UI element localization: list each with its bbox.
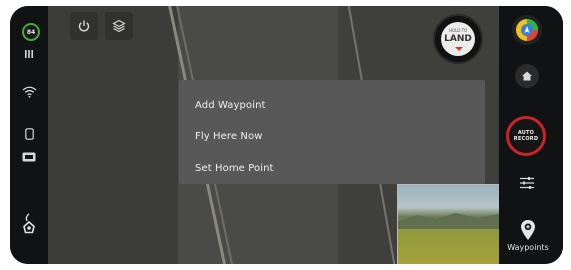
drone-app-window: Add Waypoint Fly Here Now Set Home Point… [10, 6, 563, 264]
return-home-button[interactable] [515, 64, 539, 88]
compass-icon [516, 19, 538, 41]
signal-bars-icon [23, 48, 35, 60]
home-icon [522, 71, 532, 81]
fly-here-now-menu-item[interactable]: Fly Here Now [195, 131, 263, 142]
land-hold-text: HOLD TO [448, 28, 468, 33]
land-arrow-icon [455, 47, 463, 51]
map-field [48, 6, 178, 264]
battery-ring-icon: 84 [22, 23, 40, 41]
left-status-rail: 84 [10, 6, 48, 264]
layers-icon [112, 19, 126, 33]
compass-button[interactable] [512, 15, 542, 45]
phone-icon[interactable] [23, 127, 35, 140]
battery-percent: 84 [26, 28, 36, 36]
map-layers-button[interactable] [105, 12, 133, 40]
waypoints-label: Waypoints [507, 243, 549, 252]
land-label: LAND [444, 34, 472, 44]
land-button-face: HOLD TO LAND [441, 22, 475, 56]
camera-preview-thumbnail[interactable] [397, 184, 499, 264]
add-waypoint-menu-item[interactable]: Add Waypoint [195, 100, 266, 111]
hold-to-land-button[interactable]: HOLD TO LAND [433, 14, 483, 64]
satellite-map[interactable]: Add Waypoint Fly Here Now Set Home Point [48, 6, 499, 264]
waypoint-pin-icon [521, 220, 535, 240]
power-icon [78, 20, 90, 32]
power-button[interactable] [70, 12, 98, 40]
settings-sliders-button[interactable] [517, 174, 537, 192]
4k-icon [22, 151, 36, 162]
set-home-point-menu-item[interactable]: Set Home Point [195, 163, 274, 174]
sliders-icon [520, 177, 534, 189]
gimbal-icon[interactable] [21, 212, 37, 238]
waypoints-button[interactable] [518, 218, 538, 242]
auto-record-button[interactable]: AUTO RECORD [506, 116, 546, 156]
wifi-icon [21, 85, 37, 99]
preview-hills [398, 213, 499, 229]
map-context-menu: Add Waypoint Fly Here Now Set Home Point [179, 80, 485, 184]
auto-record-line2: RECORD [513, 136, 539, 142]
